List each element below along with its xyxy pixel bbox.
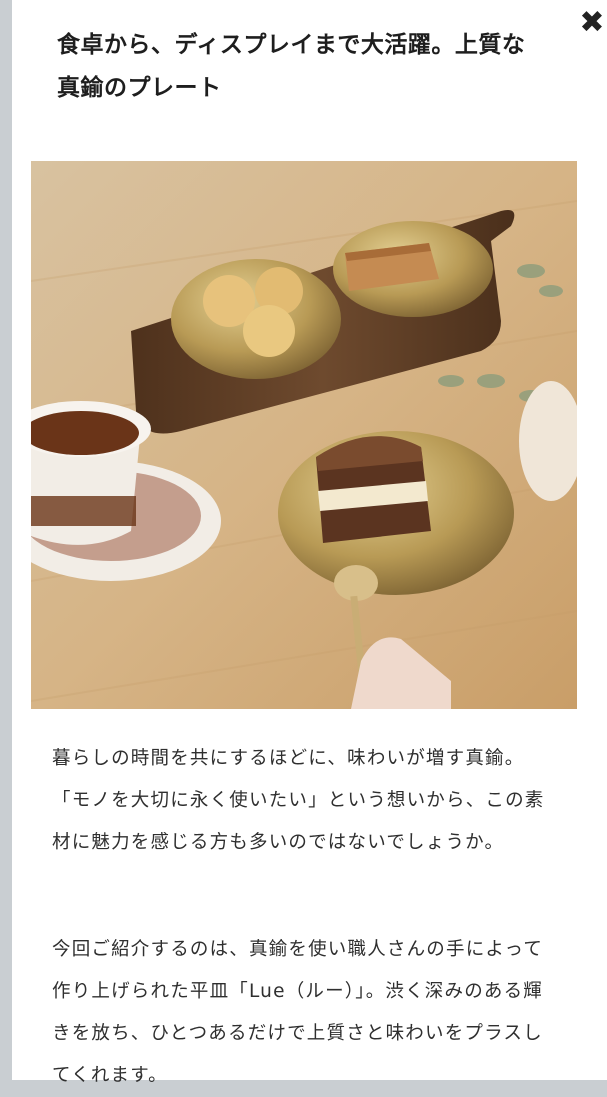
- article-paragraph: 暮らしの時間を共にするほどに、味わいが増す真鍮。「モノを大切に永く使いたい」とい…: [52, 748, 545, 853]
- modal-sheet: ✖ 食卓から、ディスプレイまで大活躍。上質な真鍮のプレート 暮らしの時間を共にす…: [12, 0, 607, 1086]
- article-paragraph: 今回ご紹介するのは、真鍮を使い職人さんの手によって作り上げられた平皿「Lue（ル…: [52, 939, 544, 1086]
- close-icon[interactable]: ✖: [577, 6, 607, 40]
- article-title: 食卓から、ディスプレイまで大活躍。上質な真鍮のプレート: [57, 32, 526, 101]
- article-hero-image: [31, 161, 577, 709]
